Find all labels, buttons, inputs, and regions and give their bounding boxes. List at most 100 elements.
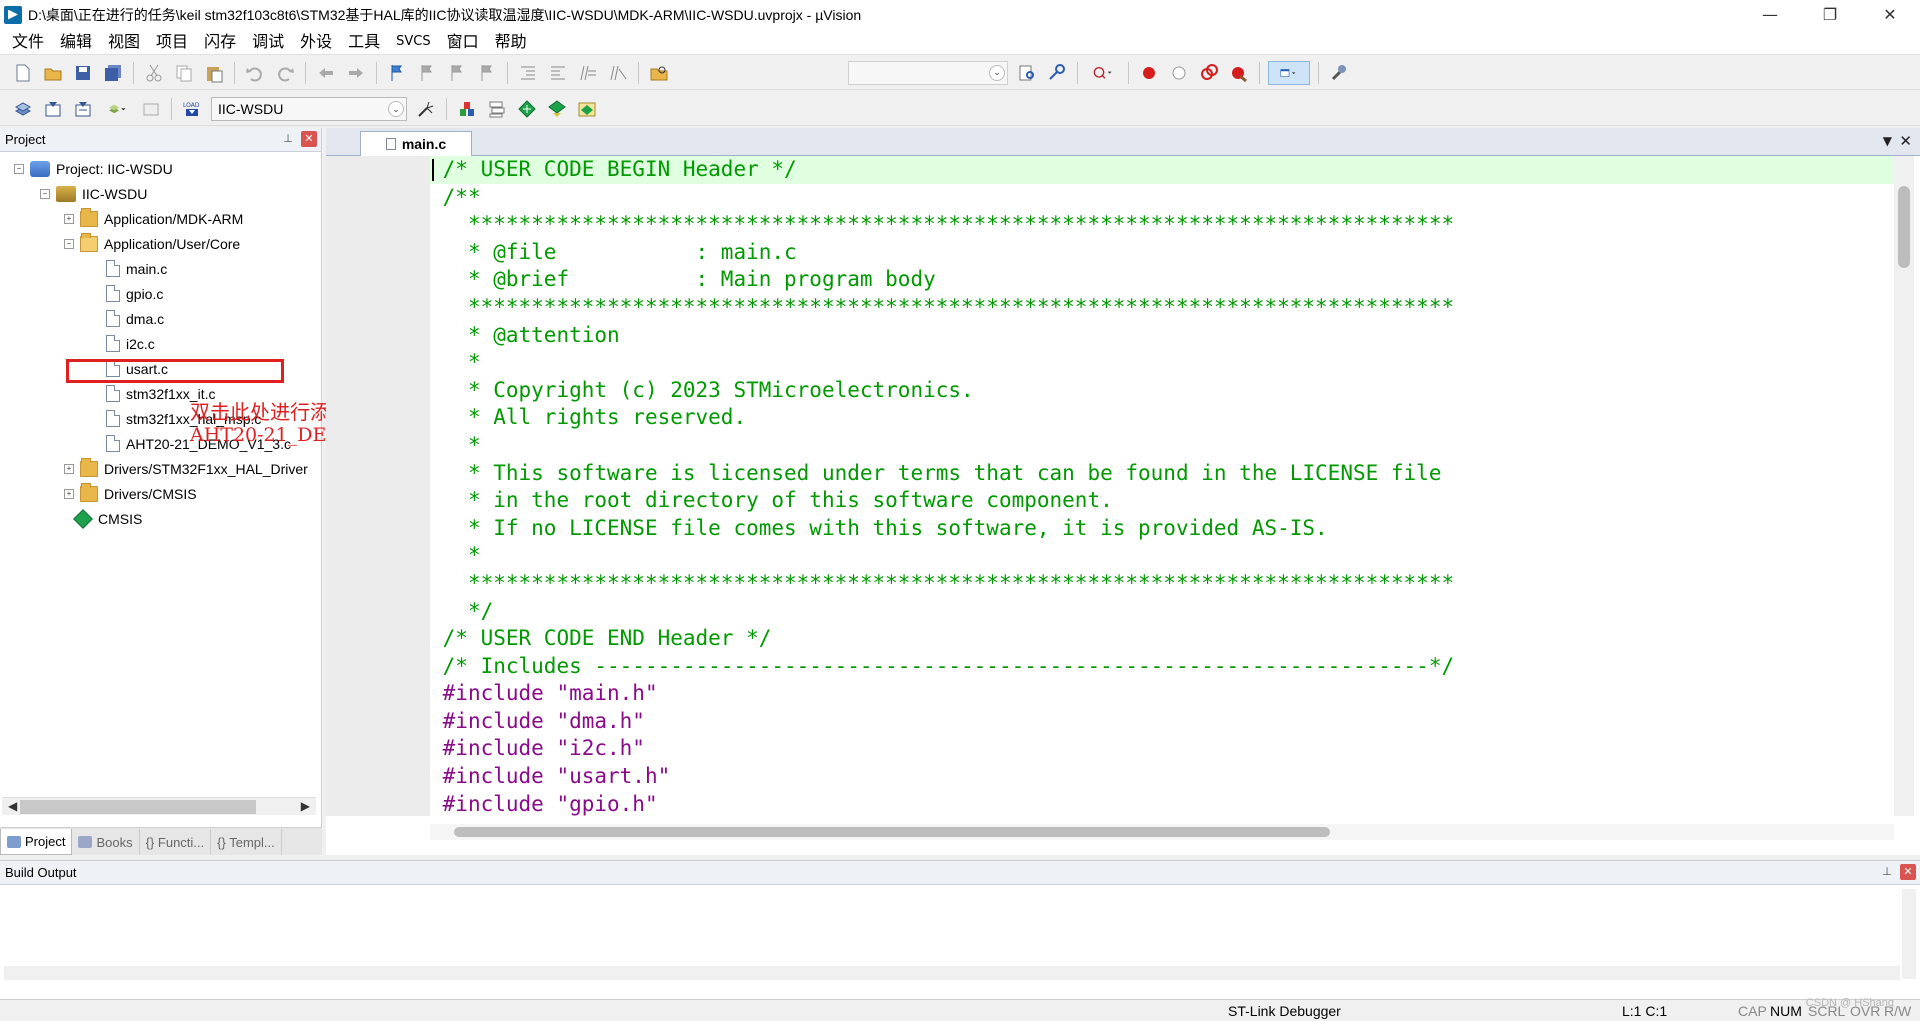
close-tab-icon[interactable]: ✕ bbox=[1899, 132, 1912, 150]
find-combo[interactable]: ⌄ bbox=[848, 60, 1008, 85]
code-line[interactable]: 14 * If no LICENSE file comes with this … bbox=[430, 515, 1894, 543]
code-line[interactable]: 21 #include "dma.h" bbox=[430, 708, 1894, 736]
menu-svcs[interactable]: SVCS bbox=[388, 29, 438, 55]
code-line[interactable]: 13 * in the root directory of this softw… bbox=[430, 487, 1894, 515]
scroll-right-icon[interactable]: ▶ bbox=[301, 799, 310, 813]
tree-item[interactable]: CMSIS bbox=[0, 506, 318, 531]
close-icon[interactable]: ✕ bbox=[1900, 864, 1916, 880]
file-extensions-icon[interactable] bbox=[455, 97, 479, 121]
code-line[interactable]: 15 * bbox=[430, 542, 1894, 570]
tree-item[interactable]: + Drivers/STM32F1xx_HAL_Driver bbox=[0, 456, 318, 481]
tab-functions[interactable]: {} Functi... bbox=[140, 829, 212, 855]
code-line[interactable]: 20 #include "main.h" bbox=[430, 680, 1894, 708]
code-line[interactable]: 2− /** bbox=[430, 184, 1894, 212]
indent-icon[interactable] bbox=[516, 61, 540, 85]
code-line[interactable]: 1 /* USER CODE BEGIN Header */ bbox=[430, 156, 1894, 184]
target-options-icon[interactable] bbox=[414, 97, 438, 121]
tab-templates[interactable]: {}​ Templ... bbox=[211, 829, 282, 855]
tree-item[interactable]: − IIC-WSDU bbox=[0, 181, 318, 206]
rebuild-icon[interactable] bbox=[71, 97, 95, 121]
expand-icon[interactable]: + bbox=[64, 488, 74, 499]
menu-project[interactable]: 项目 bbox=[148, 29, 196, 55]
code-line[interactable]: 22 #include "i2c.h" bbox=[430, 735, 1894, 763]
bookmark-icon[interactable] bbox=[385, 61, 409, 85]
code-line[interactable]: 9 * Copyright (c) 2023 STMicroelectronic… bbox=[430, 377, 1894, 405]
redo-icon[interactable] bbox=[273, 61, 297, 85]
project-horizontal-scrollbar[interactable]: ◀ ▶ bbox=[2, 797, 316, 815]
tab-main-c[interactable]: main.c bbox=[360, 131, 472, 156]
configure-icon[interactable] bbox=[1327, 61, 1351, 85]
comment-icon[interactable] bbox=[576, 61, 600, 85]
navigate-back-icon[interactable] bbox=[314, 61, 338, 85]
code-line[interactable]: 24 #include "gpio.h" bbox=[430, 791, 1894, 816]
undo-icon[interactable] bbox=[243, 61, 267, 85]
disable-all-breakpoints-icon[interactable] bbox=[1197, 61, 1221, 85]
editor-horizontal-scrollbar[interactable] bbox=[430, 824, 1894, 840]
download-icon[interactable]: LOAD bbox=[180, 97, 204, 121]
tab-project[interactable]: Project bbox=[0, 829, 73, 855]
scroll-thumb[interactable] bbox=[20, 800, 256, 814]
tree-item[interactable]: main.c bbox=[0, 256, 318, 281]
code-area[interactable]: 1 /* USER CODE BEGIN Header */2− /**3 **… bbox=[430, 156, 1894, 816]
menu-window[interactable]: 窗口 bbox=[439, 29, 487, 55]
code-line[interactable]: 3 **************************************… bbox=[430, 211, 1894, 239]
tab-list-dropdown-icon[interactable]: ▼ bbox=[1883, 134, 1892, 148]
pin-icon[interactable]: ⊥ bbox=[1880, 865, 1894, 879]
tree-item[interactable]: + Application/MDK-ARM bbox=[0, 206, 318, 231]
close-window-button[interactable]: ✕ bbox=[1860, 0, 1920, 29]
tree-item[interactable]: − Project: IIC-WSDU bbox=[0, 156, 318, 181]
vertical-scroll-thumb[interactable] bbox=[1898, 186, 1910, 268]
menu-edit[interactable]: 编辑 bbox=[52, 29, 100, 55]
incremental-find-icon[interactable] bbox=[1045, 61, 1069, 85]
tree-item[interactable]: dma.c bbox=[0, 306, 318, 331]
stop-build-icon[interactable] bbox=[139, 97, 163, 121]
tree-item[interactable]: i2c.c bbox=[0, 331, 318, 356]
menu-peripherals[interactable]: 外设 bbox=[292, 29, 340, 55]
restore-button[interactable]: ❐ bbox=[1800, 0, 1860, 29]
expand-icon[interactable]: + bbox=[64, 463, 74, 474]
cut-icon[interactable] bbox=[142, 61, 166, 85]
menu-file[interactable]: 文件 bbox=[4, 29, 52, 55]
rte-manage-icon[interactable] bbox=[515, 97, 539, 121]
chevron-down-icon[interactable]: ⌄ bbox=[388, 100, 404, 117]
collapse-icon[interactable]: − bbox=[40, 188, 50, 199]
insert-breakpoint-icon[interactable] bbox=[1137, 61, 1161, 85]
save-all-icon[interactable] bbox=[101, 61, 125, 85]
code-line[interactable]: 19 /* Includes -------------------------… bbox=[430, 653, 1894, 681]
paste-icon[interactable] bbox=[202, 61, 226, 85]
kill-all-breakpoints-icon[interactable] bbox=[1227, 61, 1251, 85]
navigate-forward-icon[interactable] bbox=[344, 61, 368, 85]
tree-item[interactable]: − Application/User/Core bbox=[0, 231, 318, 256]
expand-icon[interactable]: + bbox=[64, 213, 74, 224]
menu-flash[interactable]: 闪存 bbox=[196, 29, 244, 55]
editor-vertical-scrollbar[interactable] bbox=[1894, 156, 1914, 816]
code-line[interactable]: 16 *************************************… bbox=[430, 570, 1894, 598]
code-line[interactable]: 11 * bbox=[430, 432, 1894, 460]
menu-help[interactable]: 帮助 bbox=[487, 29, 535, 55]
translate-icon[interactable] bbox=[11, 97, 35, 121]
menu-view[interactable]: 视图 bbox=[100, 29, 148, 55]
prev-bookmark-icon[interactable] bbox=[415, 61, 439, 85]
code-line[interactable]: 7 * @attention bbox=[430, 322, 1894, 350]
find-icon[interactable] bbox=[1015, 61, 1039, 85]
pack-installer-icon[interactable] bbox=[575, 97, 599, 121]
enable-breakpoint-icon[interactable] bbox=[1167, 61, 1191, 85]
open-file-icon[interactable] bbox=[41, 61, 65, 85]
find-in-files-icon[interactable] bbox=[647, 61, 671, 85]
tab-books[interactable]: Books bbox=[72, 829, 140, 855]
horizontal-scroll-thumb[interactable] bbox=[454, 827, 1330, 837]
select-packs-icon[interactable] bbox=[545, 97, 569, 121]
build-vertical-scrollbar[interactable] bbox=[1902, 889, 1916, 979]
code-line[interactable]: 4 * @file : main.c bbox=[430, 239, 1894, 267]
minimize-button[interactable]: — bbox=[1740, 0, 1800, 29]
collapse-icon[interactable]: − bbox=[14, 163, 24, 174]
pin-icon[interactable]: ⊥ bbox=[281, 132, 295, 146]
tree-item[interactable]: + Drivers/CMSIS bbox=[0, 481, 318, 506]
menu-debug[interactable]: 调试 bbox=[244, 29, 292, 55]
target-select[interactable]: IIC-WSDU ⌄ bbox=[211, 96, 407, 121]
clear-bookmarks-icon[interactable] bbox=[475, 61, 499, 85]
uncomment-icon[interactable] bbox=[606, 61, 630, 85]
code-line[interactable]: 10 * All rights reserved. bbox=[430, 404, 1894, 432]
scroll-left-icon[interactable]: ◀ bbox=[8, 799, 17, 813]
code-line[interactable]: 5 * @brief : Main program body bbox=[430, 266, 1894, 294]
